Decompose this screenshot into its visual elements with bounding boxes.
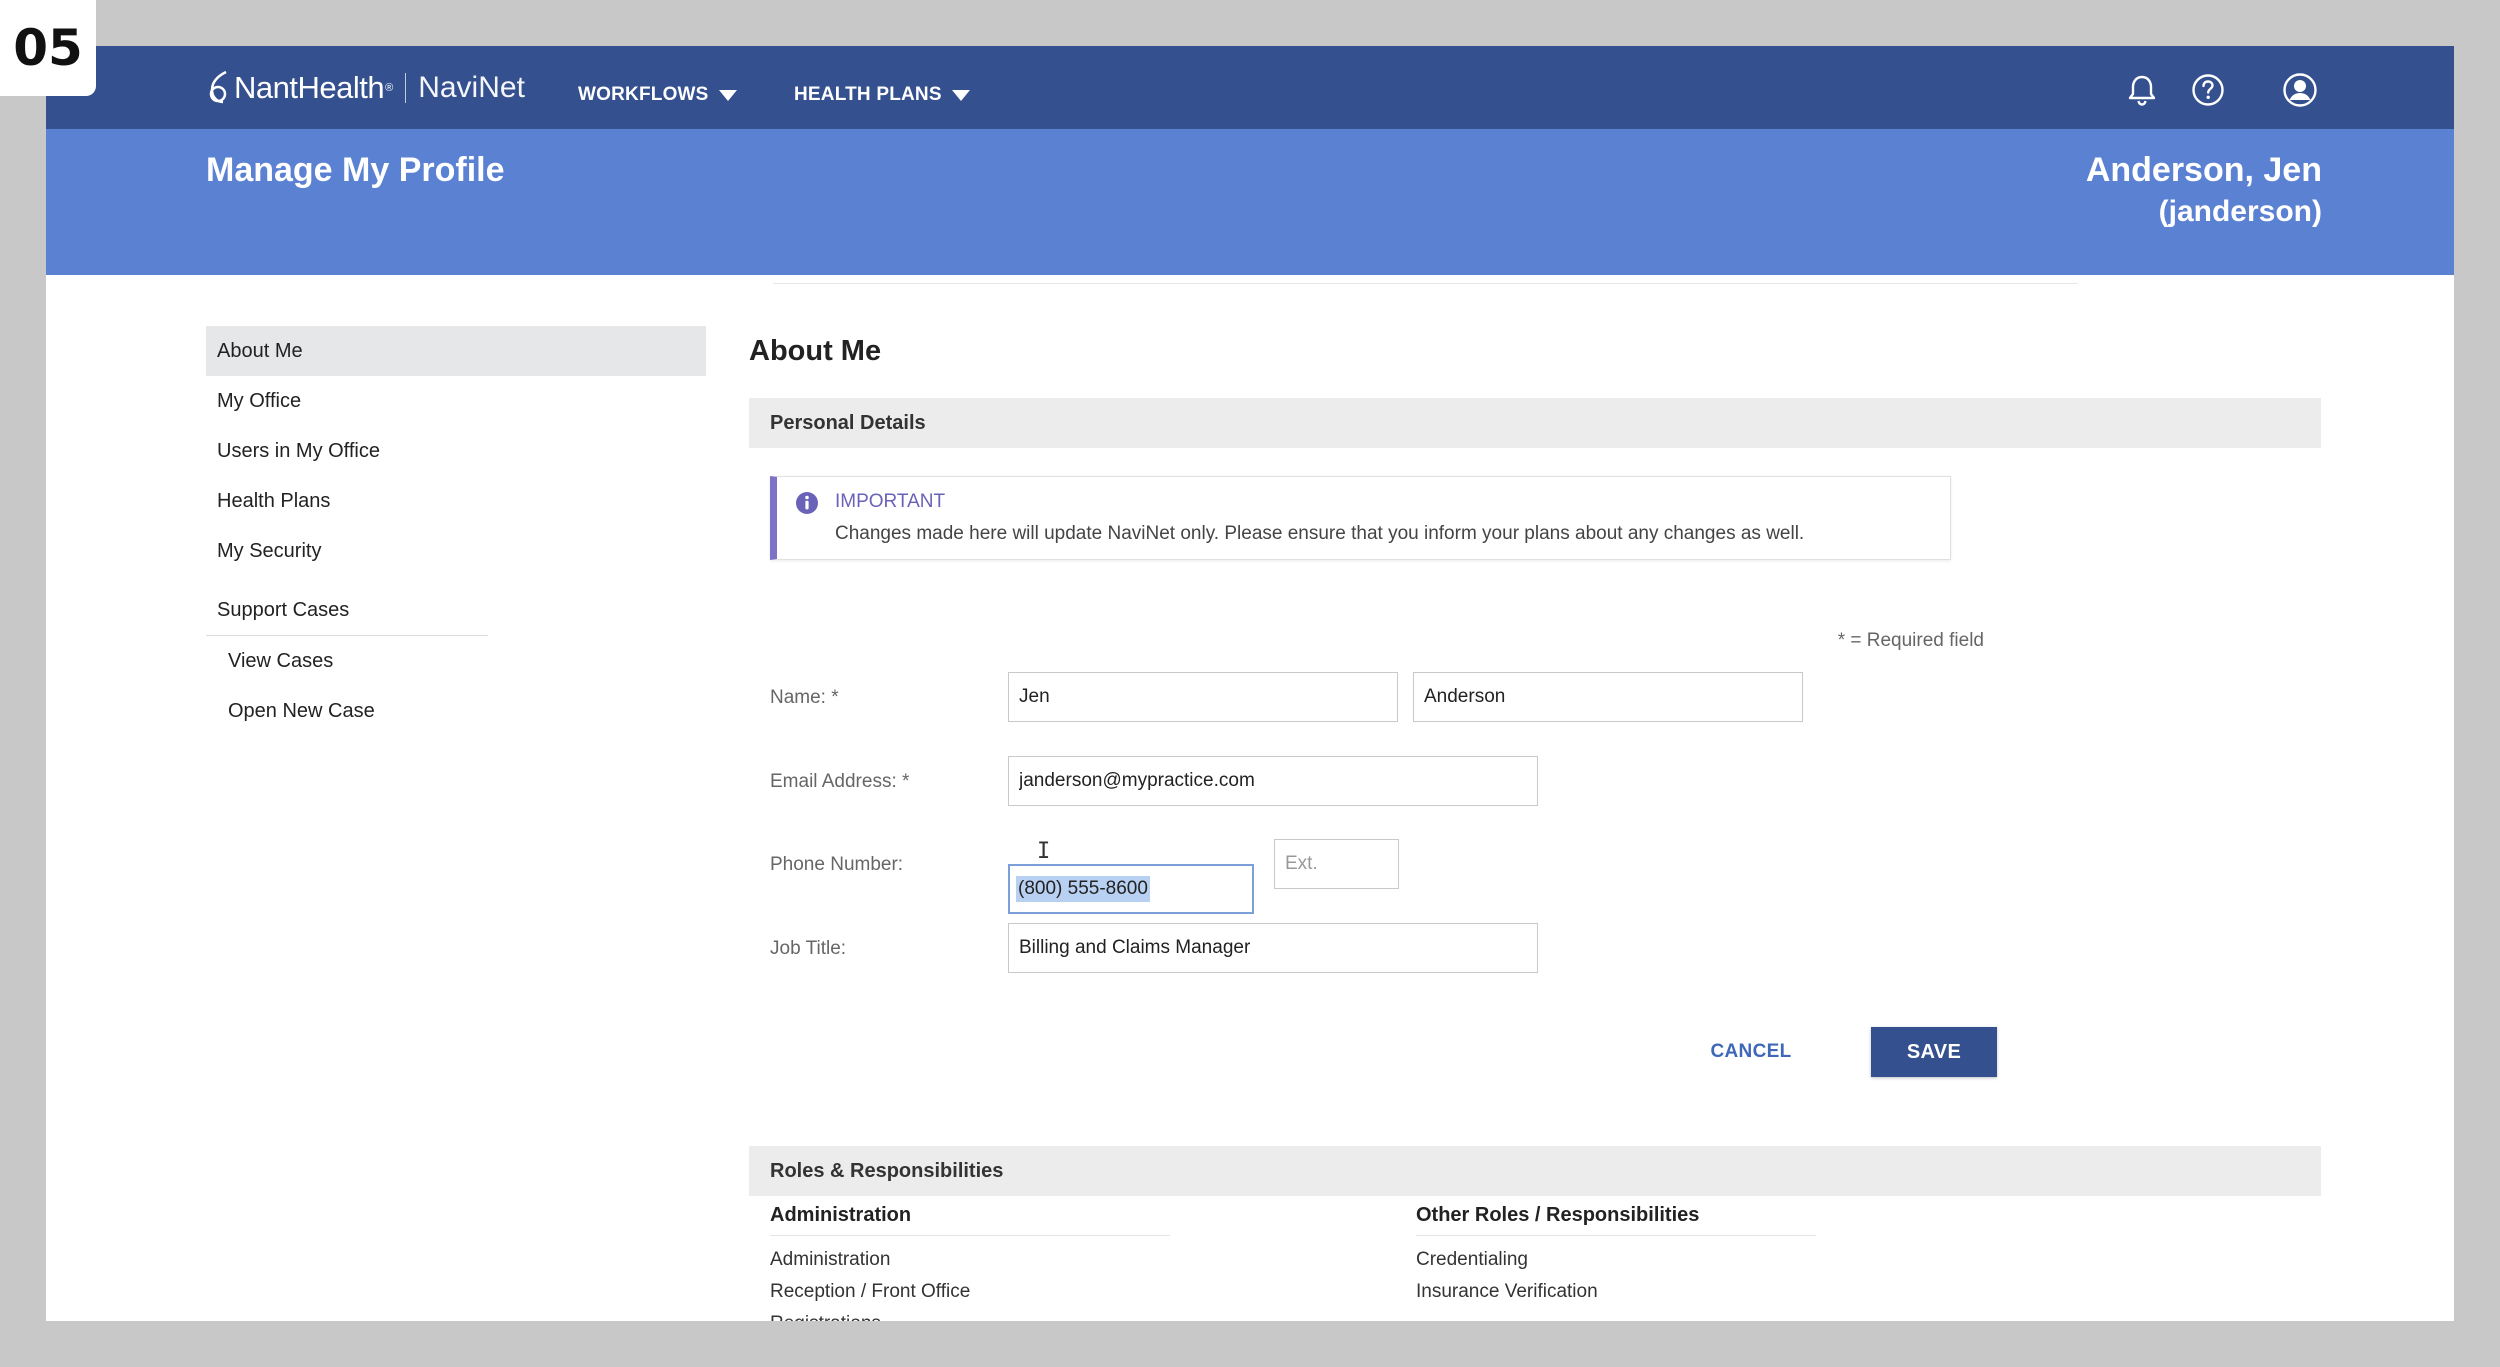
email-field[interactable] — [1008, 756, 1538, 806]
job-title-field[interactable] — [1008, 923, 1538, 973]
save-button[interactable]: SAVE — [1871, 1027, 1997, 1077]
caret-down-icon — [951, 89, 970, 101]
personal-details-header: Personal Details — [749, 398, 2321, 448]
nav-workflows-label: WORKFLOWS — [578, 84, 709, 105]
nav-workflows-menu[interactable]: WORKFLOWS — [578, 84, 737, 106]
notice-title: IMPORTANT — [835, 491, 946, 512]
sidebar-item-users-in-my-office[interactable]: Users in My Office — [206, 426, 706, 476]
first-name-field[interactable] — [1008, 672, 1398, 722]
text-cursor-icon: I — [1037, 839, 1051, 864]
roles-other-column: Other Roles / Responsibilities Credentia… — [1416, 1196, 1816, 1308]
logo-divider — [405, 73, 407, 103]
top-navigation-bar: NantHealth ® NaviNet WORKFLOWS HEALTH PL… — [46, 46, 2454, 129]
main-content: About Me Personal Details IMPORTANT Chan… — [749, 326, 2321, 1321]
caret-down-icon — [718, 89, 737, 101]
email-label: Email Address: * — [770, 771, 910, 792]
important-notice: IMPORTANT Changes made here will update … — [770, 476, 1951, 560]
user-login-id: (janderson) — [2158, 195, 2322, 228]
sidebar-item-my-security[interactable]: My Security — [206, 526, 706, 576]
cancel-button[interactable]: CANCEL — [1701, 1027, 1801, 1077]
roles-responsibilities-header: Roles & Responsibilities — [749, 1146, 2321, 1196]
required-field-note: * = Required field — [1837, 630, 1984, 651]
name-label: Name: * — [770, 687, 839, 708]
list-item: Administration — [770, 1249, 891, 1270]
sidebar-item-my-office[interactable]: My Office — [206, 376, 706, 426]
divider — [773, 283, 2078, 284]
nav-health-plans-label: HEALTH PLANS — [794, 84, 942, 105]
user-full-name: Anderson, Jen — [2085, 151, 2322, 189]
user-account-icon[interactable] — [2282, 72, 2318, 108]
list-item: Reception / Front Office — [770, 1281, 971, 1302]
roles-administration-heading: Administration — [770, 1196, 1170, 1236]
help-icon[interactable] — [2190, 72, 2226, 108]
sidebar-item-about-me[interactable]: About Me — [206, 326, 706, 376]
profile-sidebar: About Me My Office Users in My Office He… — [206, 326, 706, 736]
sidebar-section-support-cases: Support Cases — [206, 586, 488, 636]
brand-name: NantHealth — [234, 70, 385, 105]
brand-registered-mark: ® — [385, 82, 394, 94]
bell-icon[interactable] — [2124, 72, 2160, 108]
step-badge: 05 — [0, 0, 96, 96]
page-title: Manage My Profile — [206, 151, 505, 189]
last-name-field[interactable] — [1413, 672, 1803, 722]
navinet-logo[interactable]: NantHealth ® NaviNet — [206, 64, 525, 112]
sidebar-item-open-new-case[interactable]: Open New Case — [206, 686, 706, 736]
profile-header: Manage My Profile Anderson, Jen (janders… — [46, 129, 2454, 275]
list-item: Registrations — [770, 1308, 1170, 1321]
nav-health-plans-menu[interactable]: HEALTH PLANS — [794, 84, 970, 106]
nanthealth-swirl-icon — [209, 70, 227, 104]
sidebar-item-view-cases[interactable]: View Cases — [206, 636, 706, 686]
product-name: NaviNet — [418, 71, 525, 104]
job-title-label: Job Title: — [770, 938, 847, 959]
roles-administration-column: Administration Administration Reception … — [770, 1196, 1170, 1321]
phone-label: Phone Number: — [770, 854, 904, 875]
notice-text: Changes made here will update NaviNet on… — [835, 523, 1805, 544]
section-title: About Me — [749, 334, 882, 367]
list-item: Insurance Verification — [1416, 1281, 1598, 1302]
roles-other-heading: Other Roles / Responsibilities — [1416, 1196, 1816, 1236]
info-icon — [795, 491, 819, 520]
phone-field[interactable]: (800) 555-8600 — [1008, 864, 1254, 914]
phone-value-selected: (800) 555-8600 — [1016, 876, 1150, 902]
list-item: Credentialing — [1416, 1249, 1528, 1270]
sidebar-item-health-plans[interactable]: Health Plans — [206, 476, 706, 526]
app-window: NantHealth ® NaviNet WORKFLOWS HEALTH PL… — [46, 46, 2454, 1321]
phone-extension-field[interactable] — [1274, 839, 1399, 889]
